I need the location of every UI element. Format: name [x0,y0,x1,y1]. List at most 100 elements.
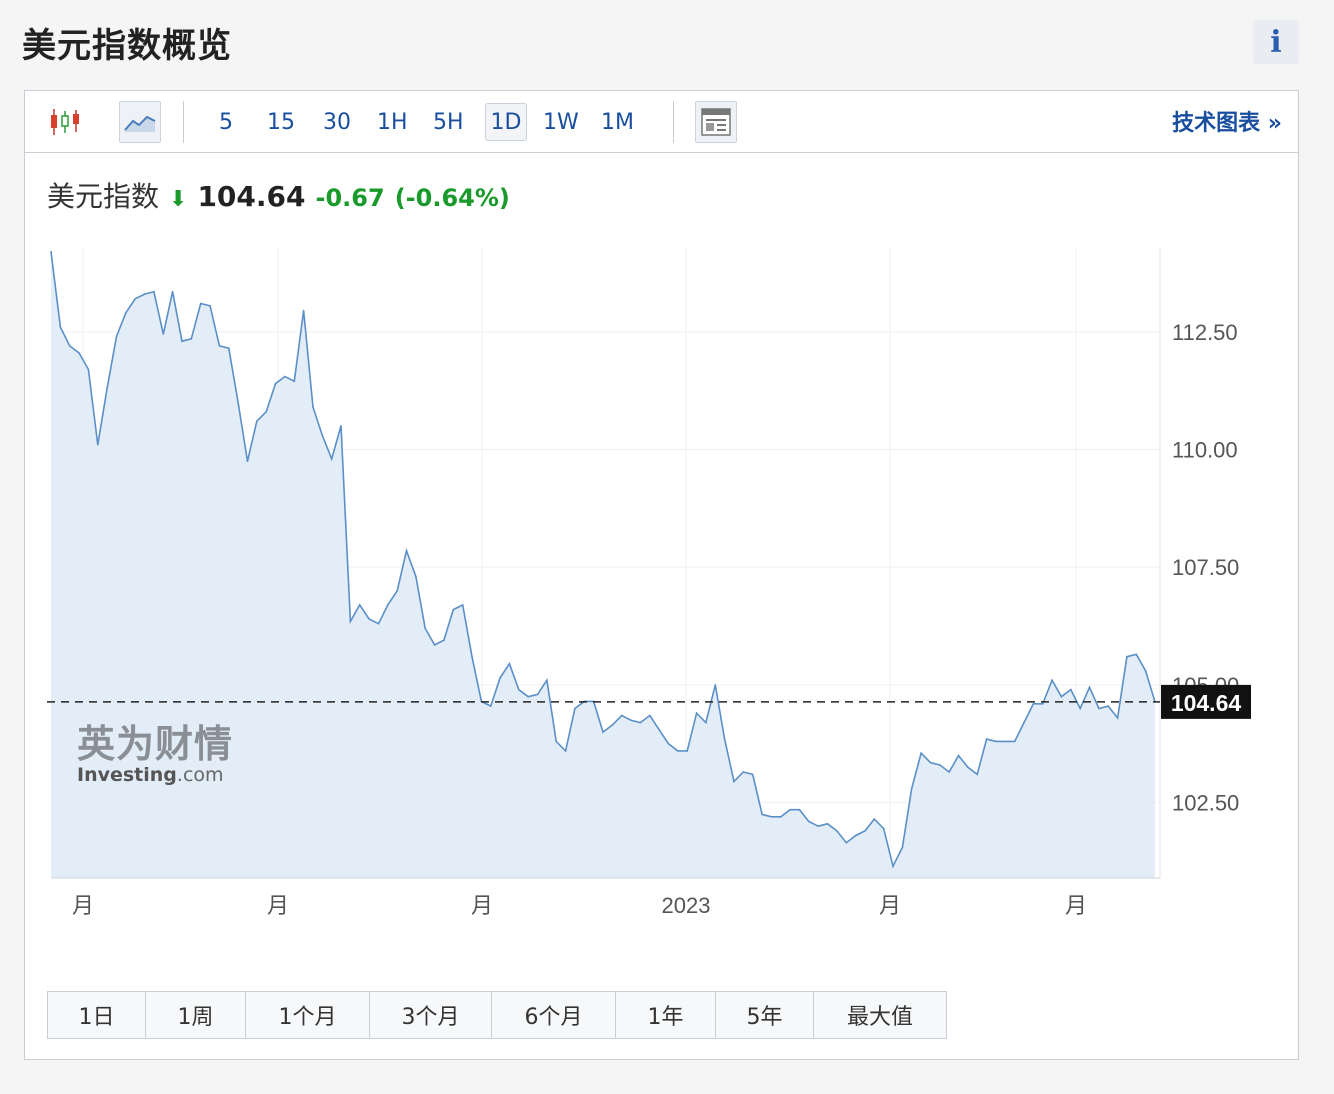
range-max-button[interactable]: 最大值 [814,992,946,1038]
data-point [106,387,108,390]
data-point [199,302,202,305]
data-point [892,865,894,867]
data-point [658,728,660,731]
data-point [639,721,642,724]
data-point [489,705,492,707]
data-point [50,250,52,253]
data-point [293,380,296,383]
data-point [321,434,324,437]
data-point [948,771,950,773]
data-point [836,830,838,832]
data-point [312,406,314,408]
data-point [901,846,904,849]
data-point [957,754,960,757]
range-1y-button[interactable]: 1年 [616,992,716,1038]
watermark-en: Investing.com [77,764,224,786]
data-point [995,740,997,743]
data-point [751,773,754,776]
data-point [1051,679,1053,681]
data-point [976,773,978,776]
data-point [78,352,80,354]
range-6m-button[interactable]: 6个月 [492,992,616,1038]
data-point [265,411,267,413]
data-point [602,731,604,733]
range-1w-button[interactable]: 1周 [146,992,246,1038]
data-point [555,740,557,743]
data-point [845,841,848,844]
data-point [162,333,165,335]
data-point [564,750,567,752]
data-point [134,298,136,300]
data-point [368,618,370,620]
data-point [1098,707,1100,710]
data-point [171,290,174,293]
data-point [209,305,211,307]
investing-watermark-logo: 英为财情 Investing.com [77,713,233,786]
data-point [1060,695,1063,698]
data-point [630,719,632,722]
data-point [1032,703,1035,705]
data-point [377,622,380,625]
data-point [97,444,99,446]
data-point [770,816,773,818]
chart-widget: 5 15 30 1H 5H 1D 1W 1M 技术图表 » 美元指数 ⬇ 104… [24,90,1299,1060]
data-point [1116,717,1119,719]
data-point [87,368,90,371]
data-point [433,644,436,646]
data-point [705,721,707,724]
data-point [1088,686,1091,689]
x-tick-label: 月 [72,893,94,918]
data-point [499,677,501,679]
x-tick-label: 2023 [662,893,711,918]
info-button[interactable]: i [1253,20,1299,64]
price-chart: 112.50110.00107.50105.00102.50月月月2023月月1… [47,247,1251,918]
data-point [873,818,876,820]
data-point [854,834,857,837]
watermark-cn: 英为财情 [77,722,234,766]
range-1m-button[interactable]: 1个月 [246,992,370,1038]
data-point [733,780,735,783]
data-point [424,627,427,630]
data-point [929,761,932,764]
data-point [340,425,342,427]
data-point [985,738,988,740]
data-point [882,827,885,830]
data-point [181,340,183,342]
data-point [1079,707,1081,710]
data-point [518,688,520,691]
data-point [939,764,941,766]
data-point [611,724,614,726]
data-point [387,604,389,606]
data-point [274,382,277,385]
data-point [920,752,922,754]
data-point [358,604,361,606]
data-point [153,290,155,293]
y-tick-label: 112.50 [1172,320,1238,345]
y-tick-label: 110.00 [1172,437,1238,462]
data-point [826,823,829,825]
data-point [228,347,230,350]
range-3m-button[interactable]: 3个月 [370,992,492,1038]
data-point [415,575,417,578]
data-point [798,808,801,811]
current-value-label: 104.64 [1171,690,1242,716]
range-5y-button[interactable]: 5年 [716,992,814,1038]
y-tick-label: 107.50 [1172,555,1239,580]
data-point [574,707,576,710]
data-point [910,787,913,790]
y-tick-label: 102.50 [1172,791,1239,816]
data-point [1126,655,1128,658]
x-tick-label: 月 [879,893,901,918]
data-point [115,335,118,338]
data-point [723,738,726,740]
data-point [461,604,464,606]
data-point [967,766,969,769]
data-point [714,684,717,686]
data-point [742,771,745,773]
range-1d-button[interactable]: 1日 [48,992,146,1038]
data-point [405,549,408,552]
data-point [695,712,698,714]
data-point [649,714,651,717]
data-point [396,590,399,592]
data-point [218,345,221,347]
